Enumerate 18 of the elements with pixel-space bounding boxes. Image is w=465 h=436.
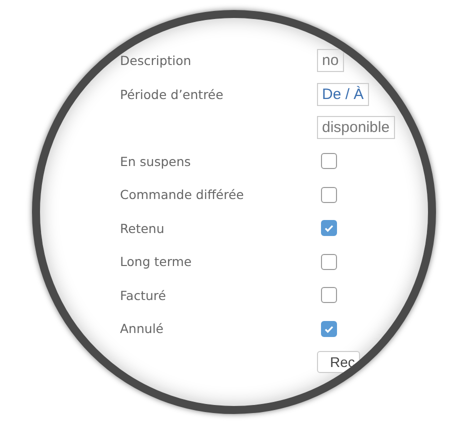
input-field[interactable]: no (317, 49, 344, 72)
field-label: Retenu (120, 220, 164, 236)
checkbox[interactable] (321, 320, 337, 337)
field-label: Période d’entrée (120, 86, 224, 102)
field-label: Description (120, 53, 192, 68)
field-label: Facturé (120, 288, 166, 303)
checkbox[interactable] (321, 287, 337, 304)
input-field[interactable]: De / À (317, 82, 369, 106)
checkbox[interactable] (321, 153, 337, 170)
checkbox[interactable] (321, 220, 337, 236)
field-label: Commande différée (120, 187, 244, 202)
input-field[interactable]: disponible (317, 116, 395, 140)
field-label: En suspens (120, 154, 191, 169)
checkbox[interactable] (321, 254, 337, 270)
field-label: Long terme (120, 254, 192, 270)
field-label: Annulé (120, 321, 164, 336)
reset-button[interactable]: Rec (317, 351, 360, 374)
checkbox[interactable] (321, 186, 337, 203)
